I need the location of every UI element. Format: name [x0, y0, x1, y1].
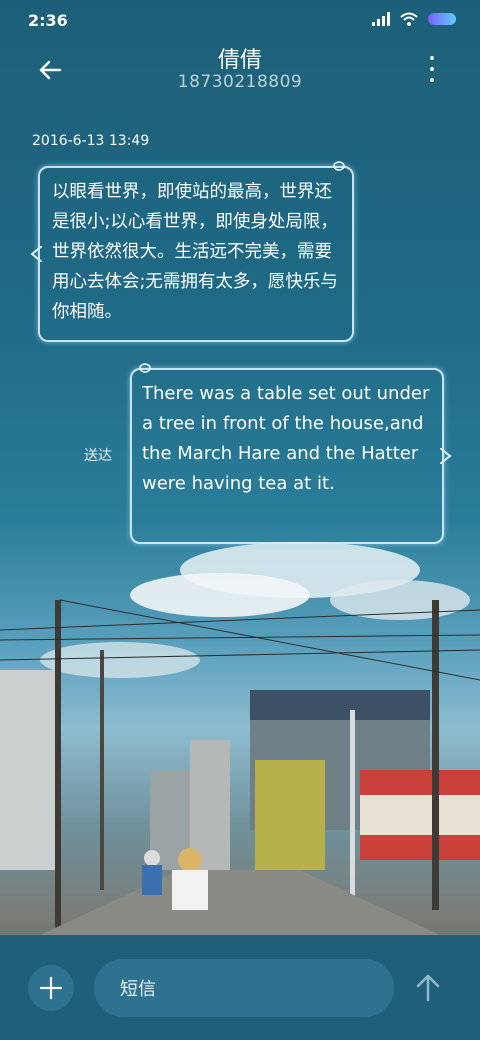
plus-icon [39, 976, 63, 1000]
more-vertical-icon[interactable] [428, 56, 436, 82]
phone-number: 18730218809 [177, 72, 303, 92]
wifi-icon [400, 12, 418, 26]
outgoing-message-text: There was a table set out under a tree i… [142, 383, 430, 494]
bubble-tail [30, 246, 42, 262]
status-bar: 2:36 [0, 0, 480, 40]
send-arrow-icon[interactable] [412, 972, 444, 1004]
message-timestamp: 2016-6-13 13:49 [32, 133, 150, 149]
message-input-container [94, 959, 394, 1019]
add-attachment-button[interactable] [28, 965, 74, 1011]
bubble-knot-icon [333, 161, 345, 171]
status-time: 2:36 [28, 11, 68, 30]
incoming-message-text: 以眼看世界，即使站的最高，世界还是很小;以心看世界，即使身处局限，世界依然很大。… [52, 182, 338, 322]
battery-icon [428, 13, 456, 25]
bubble-tail [440, 448, 452, 464]
bubble-knot-icon [139, 363, 151, 373]
contact-name: 倩倩 [217, 48, 262, 73]
incoming-message-bubble[interactable]: 以眼看世界，即使站的最高，世界还是很小;以心看世界，即使身处局限，世界依然很大。… [30, 161, 354, 342]
composer-bar [0, 935, 480, 1040]
message-input[interactable] [118, 959, 382, 1019]
status-icons [372, 12, 456, 26]
signal-icon [372, 12, 390, 26]
delivery-status: 送达 [84, 448, 112, 464]
conversation-header: 倩倩 18730218809 [0, 40, 480, 100]
outgoing-message-bubble[interactable]: There was a table set out under a tree i… [130, 363, 452, 544]
background-scenery [0, 540, 480, 935]
